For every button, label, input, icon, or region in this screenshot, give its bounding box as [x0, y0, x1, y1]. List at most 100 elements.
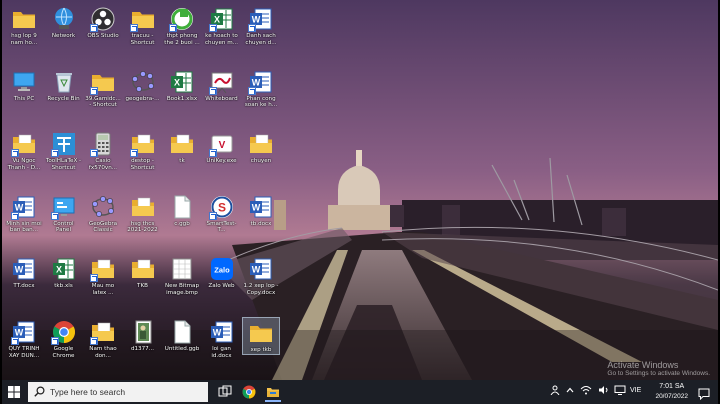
desktop-icon[interactable]: Casio fx570vn...	[84, 129, 122, 171]
desktop-icon-label: 1.2 xep lop - Copy.docx	[243, 283, 279, 296]
desktop-icon[interactable]: Wtb.docx	[242, 192, 280, 228]
desktop-icon[interactable]: Nam thao don...	[84, 317, 122, 359]
desktop-icon-label: GeoGebra Classic	[88, 220, 118, 234]
taskbar-file-explorer[interactable]	[262, 382, 284, 402]
taskbar-task-view[interactable]	[214, 382, 236, 402]
toolhlatex-icon	[50, 131, 77, 158]
monitor-icon	[614, 385, 626, 395]
desktop-icon[interactable]: Recycle Bin	[45, 67, 83, 103]
desktop-icon[interactable]: tk	[163, 129, 201, 165]
green-app-icon	[169, 6, 195, 32]
svg-text:X: X	[55, 265, 61, 275]
this-pc-icon	[11, 69, 37, 95]
folder-doc-icon	[130, 256, 156, 282]
desktop-icon[interactable]: thpt phong the 2 buoi ...	[163, 4, 201, 46]
desktop-icon[interactable]: Mau mo latex ...	[84, 254, 122, 296]
desktop-icon[interactable]: destop - Shortcut	[124, 129, 162, 171]
shortcut-arrow-icon	[50, 211, 59, 220]
desktop-icon-grid: hsg lop 9 nam ho... Network OBS Studio trac…	[2, 0, 718, 380]
desktop-icon[interactable]: W TT.docx	[5, 254, 43, 290]
desktop-icon[interactable]: hsg lop 9 nam ho...	[5, 4, 43, 46]
desktop-icon-label: TT.docx	[13, 283, 35, 290]
desktop-icon[interactable]: New Bitmap image.bmp	[163, 254, 201, 296]
svg-text:W: W	[15, 265, 24, 275]
svg-text:S: S	[217, 200, 225, 214]
desktop-icon[interactable]: OBS Studio	[84, 4, 122, 40]
tray-display[interactable]	[614, 385, 626, 395]
word-icon: W	[248, 6, 274, 32]
desktop-icon[interactable]: S SmartTest-T...	[203, 192, 241, 234]
desktop-icon[interactable]: chuyen	[242, 129, 280, 165]
shortcut-arrow-icon	[50, 337, 59, 345]
tray-overflow-chevron[interactable]	[566, 387, 574, 393]
desktop-icon[interactable]: 39.Gamidc... - Shortcut	[84, 67, 122, 109]
start-button[interactable]	[2, 380, 26, 404]
desktop-icon[interactable]: W Phan cong soan ke h...	[242, 67, 280, 109]
svg-text:W: W	[252, 15, 261, 25]
word-icon: W	[248, 256, 274, 282]
control-panel-icon	[50, 194, 77, 220]
geogebra-icon	[130, 69, 156, 95]
desktop-icon[interactable]: ToolHLaTeX - Shortcut	[45, 129, 83, 171]
taskbar-search-box[interactable]: Type here to search	[28, 382, 208, 402]
desktop-icon[interactable]: W QUY TRINH XAY DUN...	[5, 317, 43, 359]
desktop-icon[interactable]: W Danh sach chuyen d...	[242, 4, 280, 46]
desktop-icon-label: c.ggb	[174, 220, 190, 227]
desktop-icon-label: tracuu - Shortcut	[130, 33, 155, 46]
desktop-icon[interactable]: Xke hoach to chuyen m...	[203, 4, 241, 46]
shortcut-arrow-icon	[248, 86, 256, 95]
desktop-icon[interactable]: Network	[45, 4, 83, 40]
desktop-icon[interactable]: Whiteboard	[203, 67, 241, 103]
wifi-icon	[580, 386, 592, 395]
desktop-icon-label: geogebra-...	[125, 95, 160, 102]
shortcut-arrow-icon	[11, 149, 19, 158]
action-center-button[interactable]	[698, 385, 710, 401]
desktop-icon[interactable]: This PC	[5, 67, 43, 103]
tray-sound[interactable]	[598, 385, 610, 395]
network-icon	[51, 6, 77, 32]
unikey-icon: V	[208, 131, 235, 158]
desktop-icon[interactable]: xep tkb	[242, 317, 280, 355]
desktop-icon[interactable]: geogebra-...	[124, 67, 162, 103]
desktop-icon[interactable]: GeoGebra Classic	[84, 192, 122, 234]
desktop-icon[interactable]: d1377...	[124, 317, 162, 353]
desktop-icon-label: chuyen	[250, 158, 272, 165]
desktop-icon[interactable]: tracuu - Shortcut	[124, 4, 162, 46]
taskbar-chrome[interactable]	[238, 382, 260, 402]
desktop-icon-label: Danh sach chuyen d...	[245, 33, 277, 46]
desktop-icon[interactable]: Untitled.ggb	[163, 317, 201, 353]
desktop-icon[interactable]: X Book1.xlsx	[163, 67, 201, 103]
word-icon: W	[209, 319, 235, 345]
desktop-icon[interactable]: TKB	[124, 254, 162, 290]
svg-text:W: W	[252, 77, 261, 87]
desktop-icon[interactable]: Vu Ngoc Thanh - D...	[5, 129, 43, 171]
desktop-icon-label: Recycle Bin	[47, 95, 80, 102]
desktop-icon[interactable]: c.ggb	[163, 192, 201, 228]
desktop-icon-label: ke hoach to chuyen m...	[204, 33, 239, 46]
taskbar-clock[interactable]: 7:01 SA 20/07/2022	[655, 382, 688, 401]
shortcut-arrow-icon	[90, 149, 98, 158]
tray-people-icon-wrap[interactable]	[550, 385, 560, 395]
shortcut-arrow-icon	[208, 24, 217, 32]
svg-text:W: W	[252, 265, 261, 275]
tray-network[interactable]	[580, 385, 592, 395]
shortcut-arrow-icon	[169, 24, 177, 32]
desktop-icon[interactable]: Xtkb.xls	[45, 254, 83, 290]
desktop-icon[interactable]: Wloi gan id.docx	[203, 317, 241, 359]
recycle-bin-icon	[51, 69, 77, 95]
desktop-icon[interactable]: V UniKey.exe	[203, 129, 241, 165]
windows-logo-icon	[8, 386, 20, 398]
desktop-icon[interactable]: Google Chrome	[45, 317, 83, 359]
desktop-icon[interactable]: hsg thcs 2021-2022	[124, 192, 162, 234]
image-icon	[130, 319, 156, 345]
desktop-icon[interactable]: W Minh sin moi ban ban...	[5, 192, 43, 234]
desktop-icon[interactable]: W 1.2 xep lop - Copy.docx	[242, 254, 280, 296]
desktop-icon[interactable]: Zalo Zalo Web	[203, 254, 241, 290]
desktop-icon-label: This PC	[13, 95, 35, 102]
watermark-subtitle: Go to Settings to activate Windows.	[607, 370, 710, 377]
desktop-icon-label: d1377...	[130, 346, 155, 352]
desktop-icon[interactable]: Control Panel	[45, 192, 83, 234]
desktop-icon-label: Book1.xlsx	[166, 95, 198, 102]
tray-language[interactable]: VIE	[630, 387, 641, 394]
calculator-icon	[90, 131, 116, 158]
